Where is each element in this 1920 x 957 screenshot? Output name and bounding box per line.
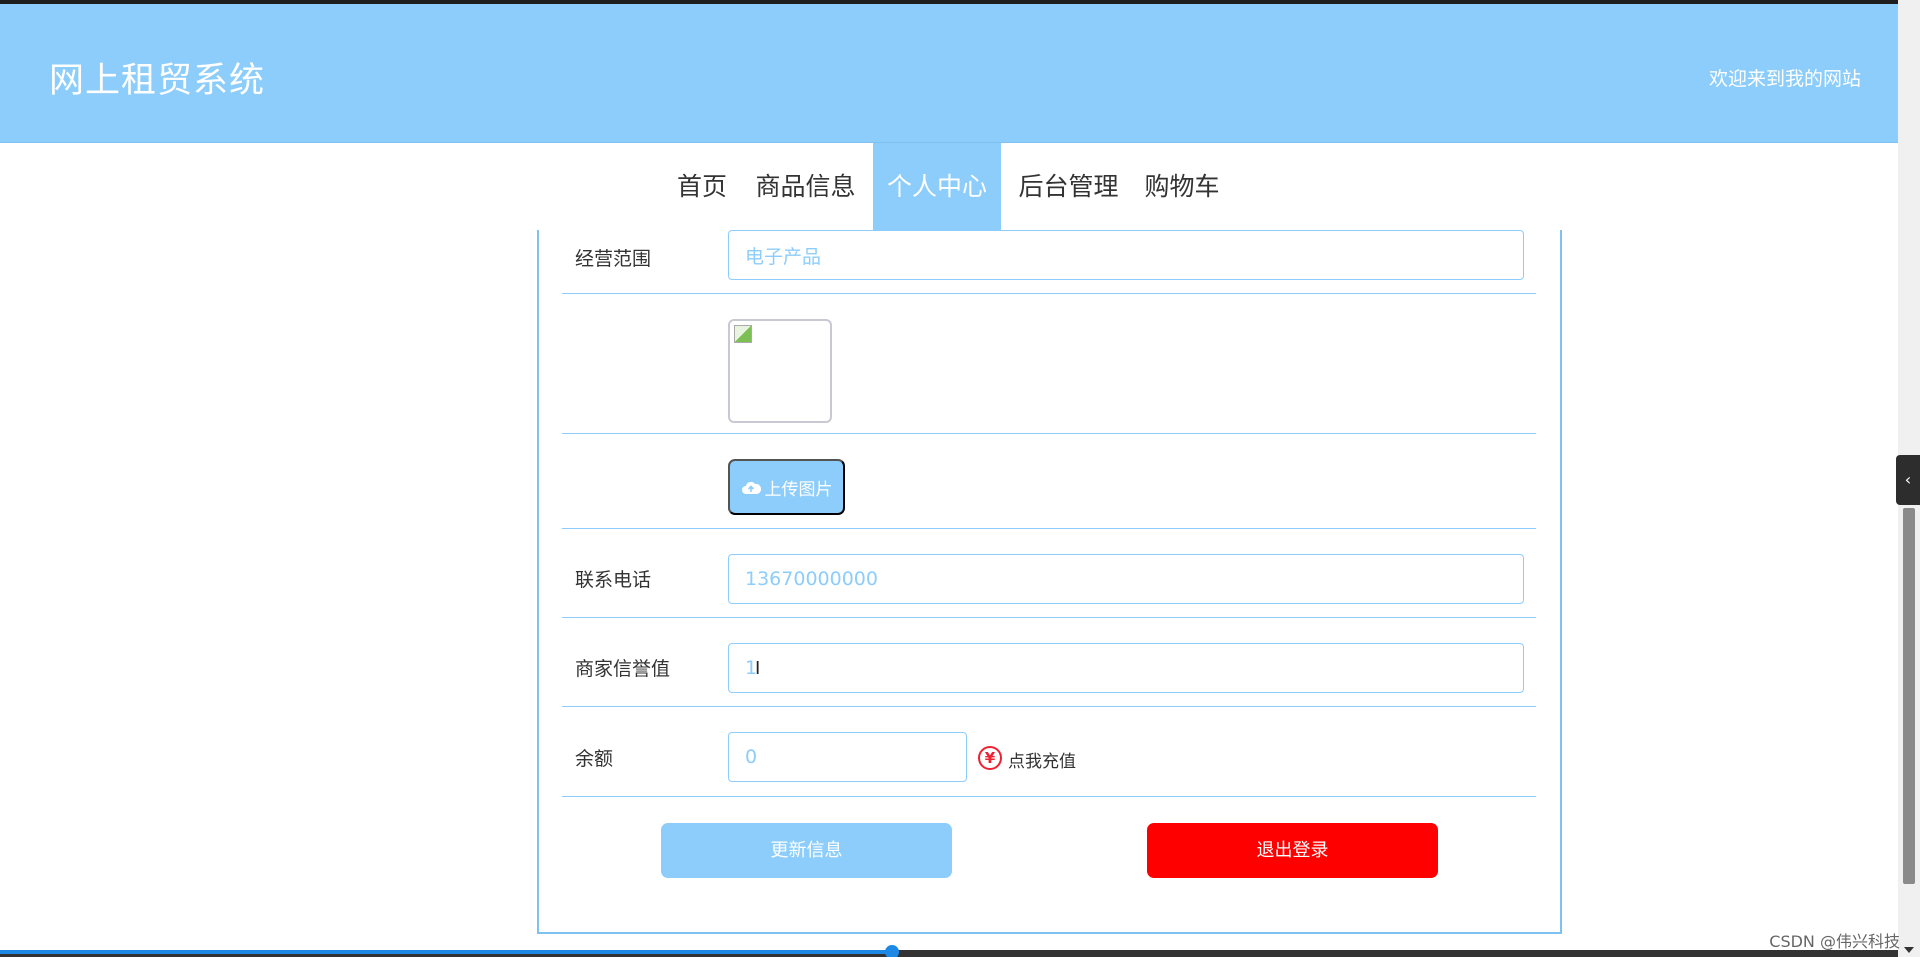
chevron-left-icon[interactable]: ‹ [1896,455,1920,505]
business-scope-label: 经营范围 [575,248,652,270]
nav-item-products[interactable]: 商品信息 [748,143,863,230]
business-scope-input[interactable] [728,230,1524,280]
scrollbar-thumb[interactable] [1903,508,1915,884]
main-nav: 首页 商品信息 个人中心 后台管理 购物车 [0,143,1898,230]
recharge-label: 点我充值 [1008,752,1076,772]
site-title: 网上租贸系统 [49,61,266,101]
balance-label: 余额 [575,748,614,770]
nav-item-home[interactable]: 首页 [668,143,736,230]
broken-image-icon [734,325,752,343]
text-cursor-icon: I [755,658,761,679]
nav-item-admin[interactable]: 后台管理 [1011,143,1126,230]
nav-item-cart[interactable]: 购物车 [1136,143,1228,230]
nav-item-personal-center[interactable]: 个人中心 [873,143,1001,230]
watermark: CSDN @伟兴科技 [1769,932,1900,951]
profile-image [728,319,832,423]
welcome-text: 欢迎来到我的网站 [1708,68,1861,90]
phone-input[interactable] [728,554,1524,604]
upload-image-label: 上传图片 [764,479,833,500]
recharge-link[interactable]: ¥ 点我充值 [978,743,1076,772]
upload-image-button[interactable]: 上传图片 [728,459,845,515]
credit-label: 商家信誉值 [575,658,671,680]
update-info-button[interactable]: 更新信息 [661,823,952,878]
phone-label: 联系电话 [575,569,652,591]
row-credit: 商家信誉值 [562,618,1536,707]
yen-icon: ¥ [978,745,1002,770]
scroll-down-arrow-icon[interactable] [1904,947,1914,953]
site-header: 网上租贸系统 欢迎来到我的网站 [0,4,1898,143]
row-balance: 余额 ¥ 点我充值 [562,707,1536,797]
credit-input[interactable] [728,643,1524,693]
cloud-upload-icon [741,480,761,494]
video-progress-bar[interactable] [0,950,892,954]
row-upload: 上传图片 [562,434,1536,529]
row-image [562,294,1536,434]
logout-button[interactable]: 退出登录 [1147,823,1438,878]
balance-input[interactable] [728,732,967,782]
row-business-scope: 经营范围 [562,230,1536,294]
row-phone: 联系电话 [562,529,1536,618]
progress-handle[interactable] [885,945,899,957]
